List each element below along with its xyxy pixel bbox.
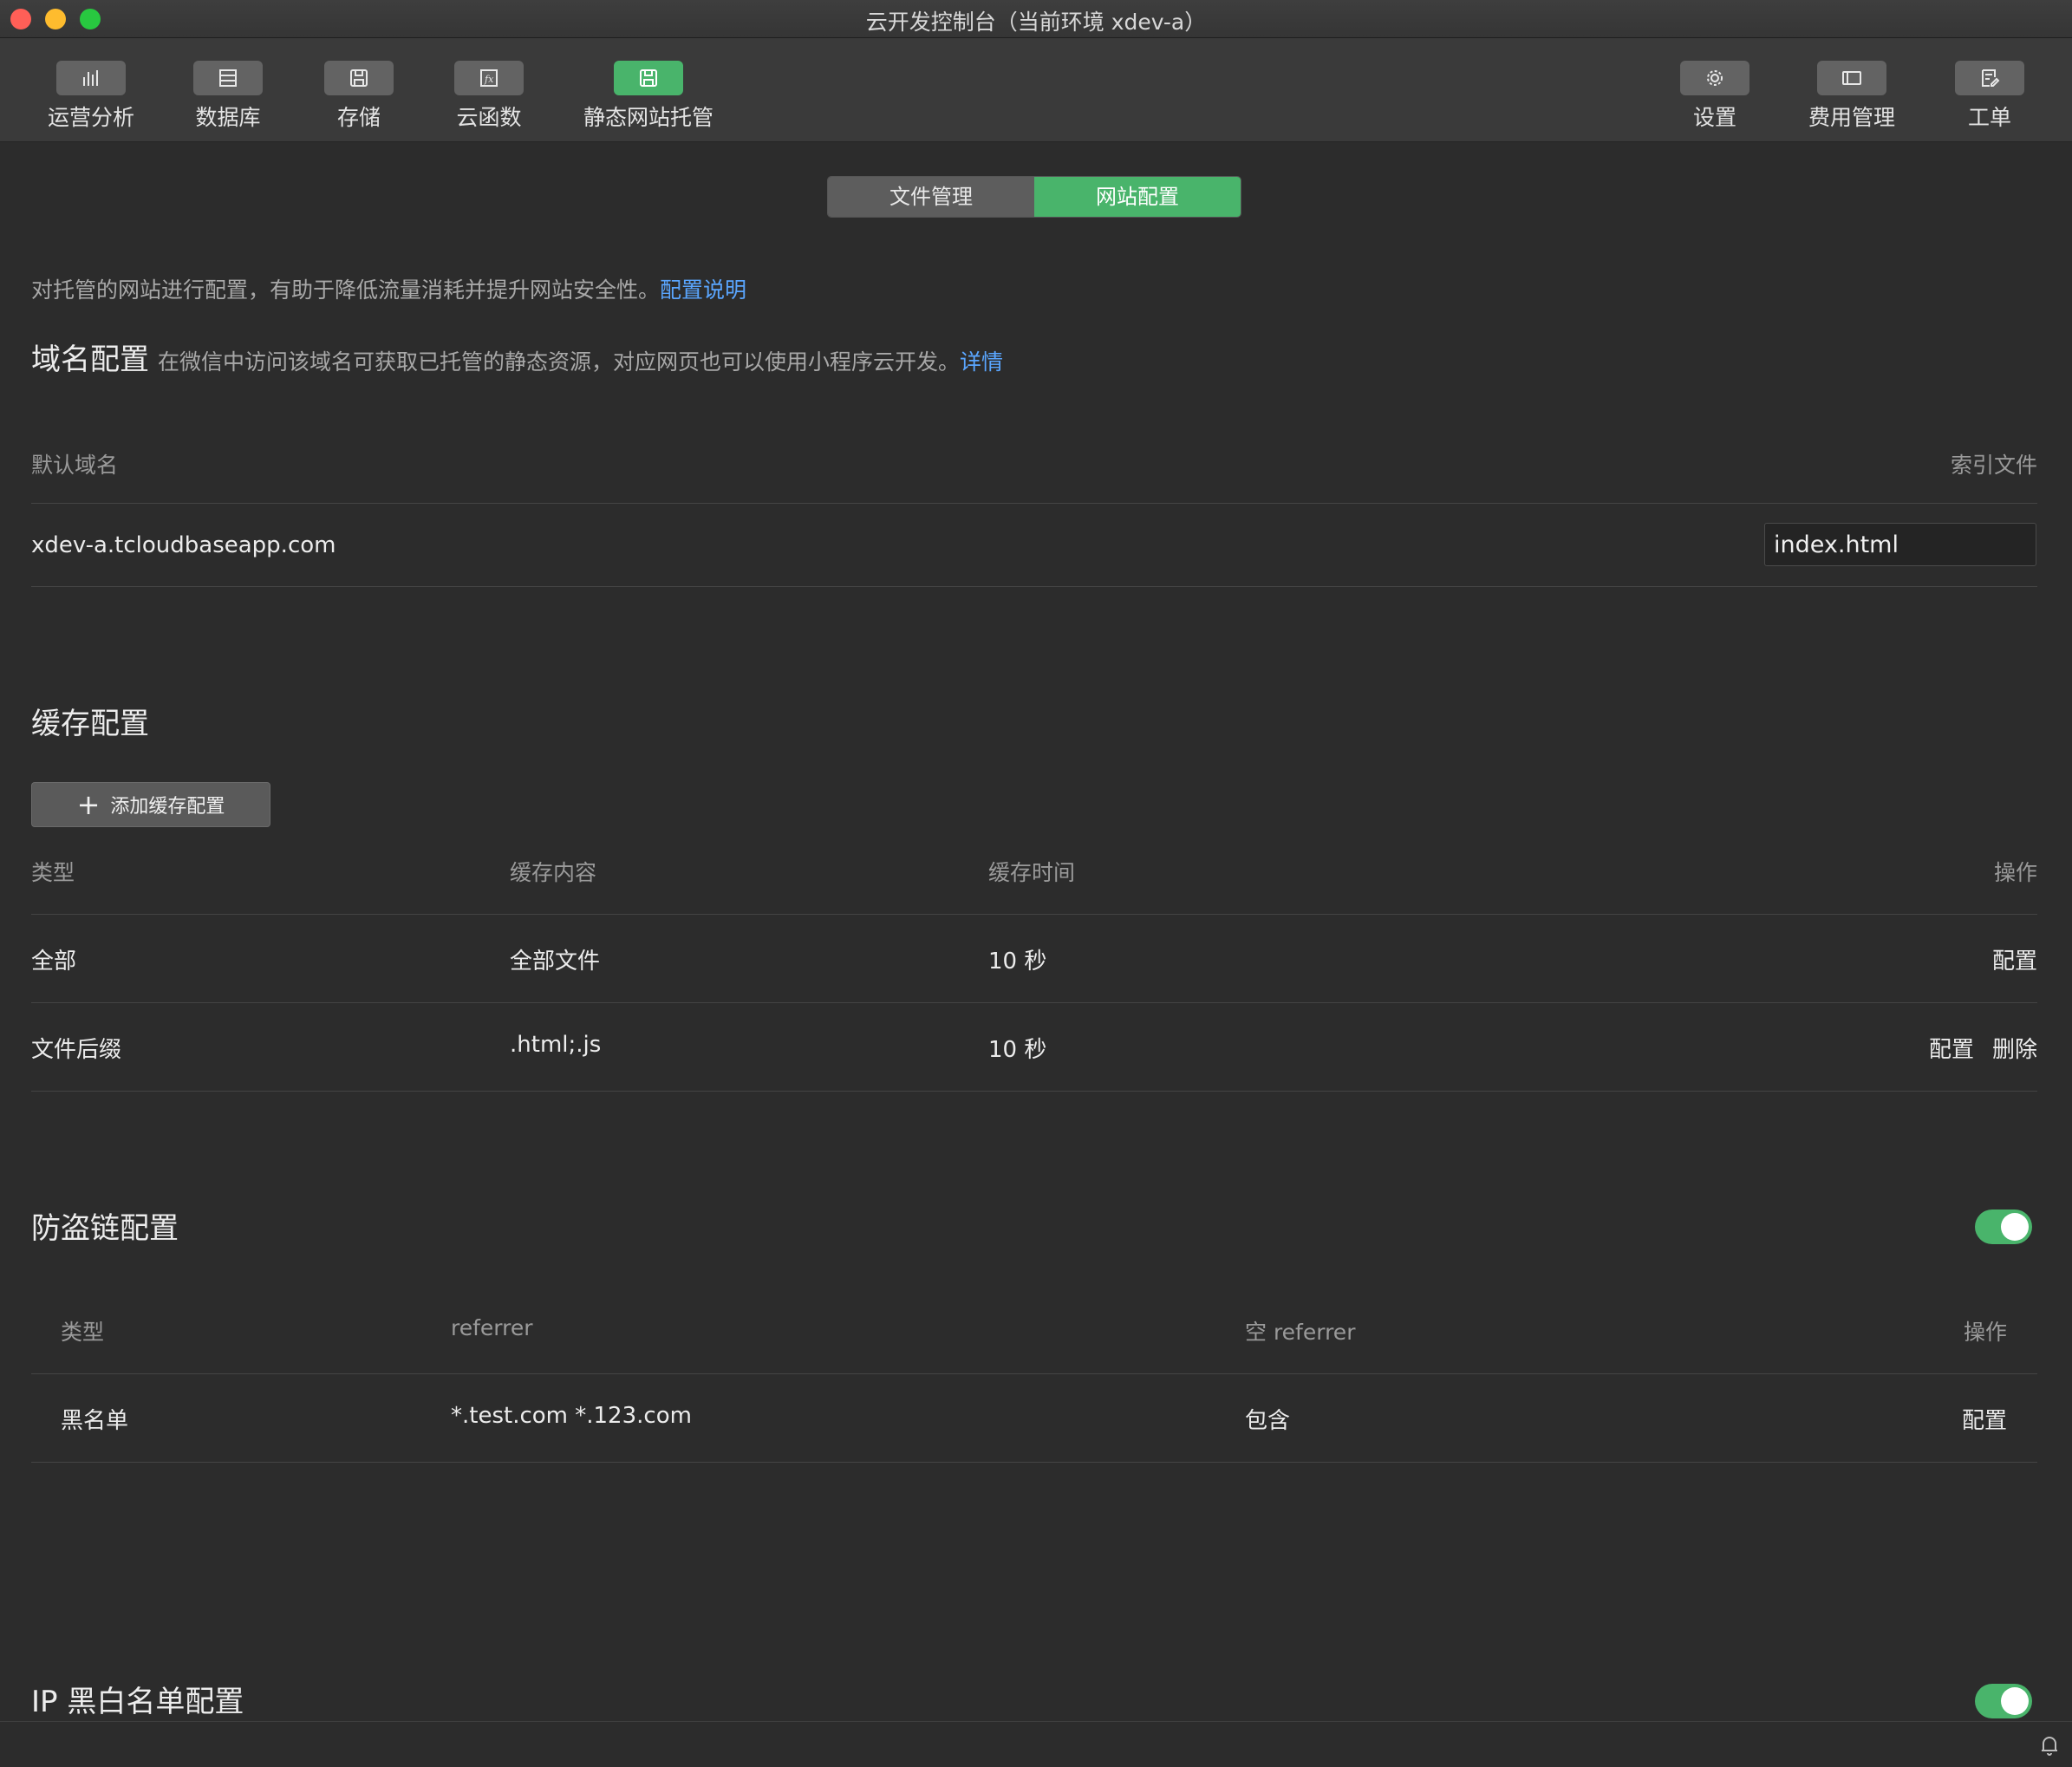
toolbar-label: 数据库 bbox=[195, 105, 261, 130]
default-domain-value: xdev-a.tcloudbaseapp.com bbox=[31, 532, 336, 558]
divider bbox=[31, 914, 2037, 915]
toolbar-static-hosting[interactable]: 静态网站托管 bbox=[581, 61, 716, 132]
toolbar-cloud-functions[interactable]: fx 云函数 bbox=[446, 61, 532, 132]
cache-row-config-link[interactable]: 配置 bbox=[1929, 1032, 1974, 1064]
index-file-header: 索引文件 bbox=[1950, 453, 2037, 478]
divider bbox=[31, 503, 2037, 504]
ticket-icon bbox=[1955, 61, 2024, 95]
config-guide-link[interactable]: 配置说明 bbox=[660, 277, 746, 303]
intro-description: 对托管的网站进行配置，有助于降低流量消耗并提升网站安全性。配置说明 bbox=[31, 273, 746, 304]
toolbar-settings[interactable]: 设置 bbox=[1671, 61, 1758, 132]
toolbar-label: 运营分析 bbox=[47, 105, 134, 130]
domain-section-header: 域名配置 在微信中访问该域名可获取已托管的静态资源，对应网页也可以使用小程序云开发… bbox=[31, 336, 1003, 378]
cache-row-delete-link[interactable]: 删除 bbox=[1992, 1032, 2037, 1064]
toolbar-label: 存储 bbox=[336, 105, 381, 130]
cache-row-content: .html;.js bbox=[510, 1032, 602, 1058]
cache-col-actions: 操作 bbox=[1993, 860, 2037, 885]
main-content: 文件管理 网站配置 对托管的网站进行配置，有助于降低流量消耗并提升网站安全性。配… bbox=[0, 143, 2072, 1721]
hotlink-section-title: 防盗链配置 bbox=[31, 1211, 179, 1246]
cache-section-title: 缓存配置 bbox=[31, 707, 149, 741]
default-domain-header: 默认域名 bbox=[31, 453, 119, 478]
hotlink-row-referrer: *.test.com *.123.com bbox=[451, 1403, 692, 1429]
domain-section-title: 域名配置 bbox=[31, 342, 149, 377]
add-cache-config-button[interactable]: + 添加缓存配置 bbox=[31, 782, 270, 827]
toolbar-label: 费用管理 bbox=[1808, 105, 1896, 130]
window-title: 云开发控制台（当前环境 xdev-a） bbox=[865, 10, 1207, 35]
hotlink-col-referrer: referrer bbox=[451, 1315, 533, 1340]
toggle-knob bbox=[2001, 1213, 2029, 1241]
toolbar-analytics[interactable]: 运营分析 bbox=[36, 61, 146, 132]
svg-text:fx: fx bbox=[484, 74, 494, 85]
hotlink-toggle[interactable] bbox=[1975, 1210, 2032, 1244]
cache-row-config-link[interactable]: 配置 bbox=[1992, 943, 2037, 975]
toolbar-label: 设置 bbox=[1692, 105, 1736, 130]
divider bbox=[31, 1091, 2037, 1092]
tab-site-config[interactable]: 网站配置 bbox=[1034, 177, 1241, 217]
toolbar-billing[interactable]: 费用管理 bbox=[1808, 61, 1895, 132]
gear-icon bbox=[1680, 61, 1749, 95]
app-window: 云开发控制台（当前环境 xdev-a） 运营分析 数据库 存储 fx 云函数 静… bbox=[0, 0, 2072, 1767]
divider bbox=[31, 1002, 2037, 1003]
cache-row-type: 全部 bbox=[31, 949, 77, 975]
hotlink-col-actions: 操作 bbox=[1963, 1320, 2007, 1345]
divider bbox=[31, 1373, 2037, 1374]
billing-icon bbox=[1817, 61, 1886, 95]
cache-col-content: 缓存内容 bbox=[510, 860, 597, 885]
hotlink-col-type: 类型 bbox=[61, 1320, 105, 1345]
function-icon: fx bbox=[454, 61, 524, 95]
toolbar-label: 静态网站托管 bbox=[583, 105, 713, 130]
add-cache-config-label: 添加缓存配置 bbox=[110, 796, 225, 818]
index-file-input[interactable] bbox=[1764, 523, 2036, 566]
hotlink-row-config-link[interactable]: 配置 bbox=[1962, 1403, 2007, 1435]
hotlink-row-type: 黑名单 bbox=[61, 1408, 129, 1434]
database-icon bbox=[193, 61, 263, 95]
toolbar-label: 工单 bbox=[1967, 105, 2011, 130]
divider bbox=[31, 1462, 2037, 1463]
toolbar-database[interactable]: 数据库 bbox=[185, 61, 271, 132]
cache-row-content: 全部文件 bbox=[510, 949, 601, 975]
cache-col-type: 类型 bbox=[31, 860, 75, 885]
toggle-knob bbox=[2001, 1687, 2029, 1715]
toolbar-tickets[interactable]: 工单 bbox=[1946, 61, 2033, 132]
intro-text: 对托管的网站进行配置，有助于降低流量消耗并提升网站安全性。 bbox=[31, 277, 661, 303]
cache-row-type: 文件后缀 bbox=[31, 1037, 122, 1063]
static-site-icon bbox=[614, 61, 683, 95]
bar-chart-icon bbox=[56, 61, 126, 95]
hotlink-col-empty-referrer: 空 referrer bbox=[1245, 1320, 1356, 1345]
tab-file-management[interactable]: 文件管理 bbox=[828, 177, 1034, 217]
title-bar: 云开发控制台（当前环境 xdev-a） bbox=[0, 0, 2072, 38]
divider bbox=[31, 586, 2037, 587]
cache-col-time: 缓存时间 bbox=[988, 860, 1076, 885]
hotlink-row-empty-referrer: 包含 bbox=[1245, 1408, 1291, 1434]
main-toolbar: 运营分析 数据库 存储 fx 云函数 静态网站托管 设置 费用管理 工单 bbox=[0, 38, 2072, 142]
cache-row-time: 10 秒 bbox=[988, 949, 1047, 975]
domain-details-link[interactable]: 详情 bbox=[960, 349, 1003, 375]
toolbar-label: 云函数 bbox=[456, 105, 522, 130]
ip-list-toggle[interactable] bbox=[1975, 1684, 2032, 1718]
ip-section-title: IP 黑白名单配置 bbox=[31, 1685, 244, 1719]
cache-row-time: 10 秒 bbox=[988, 1037, 1047, 1063]
bell-icon[interactable] bbox=[2039, 1734, 2060, 1757]
domain-section-subtitle: 在微信中访问该域名可获取已托管的静态资源，对应网页也可以使用小程序云开发。 bbox=[158, 349, 961, 375]
status-bar bbox=[0, 1721, 2072, 1767]
plus-icon: + bbox=[76, 788, 101, 821]
toolbar-storage[interactable]: 存储 bbox=[316, 61, 402, 132]
view-switcher: 文件管理 网站配置 bbox=[827, 176, 1241, 218]
storage-icon bbox=[324, 61, 394, 95]
